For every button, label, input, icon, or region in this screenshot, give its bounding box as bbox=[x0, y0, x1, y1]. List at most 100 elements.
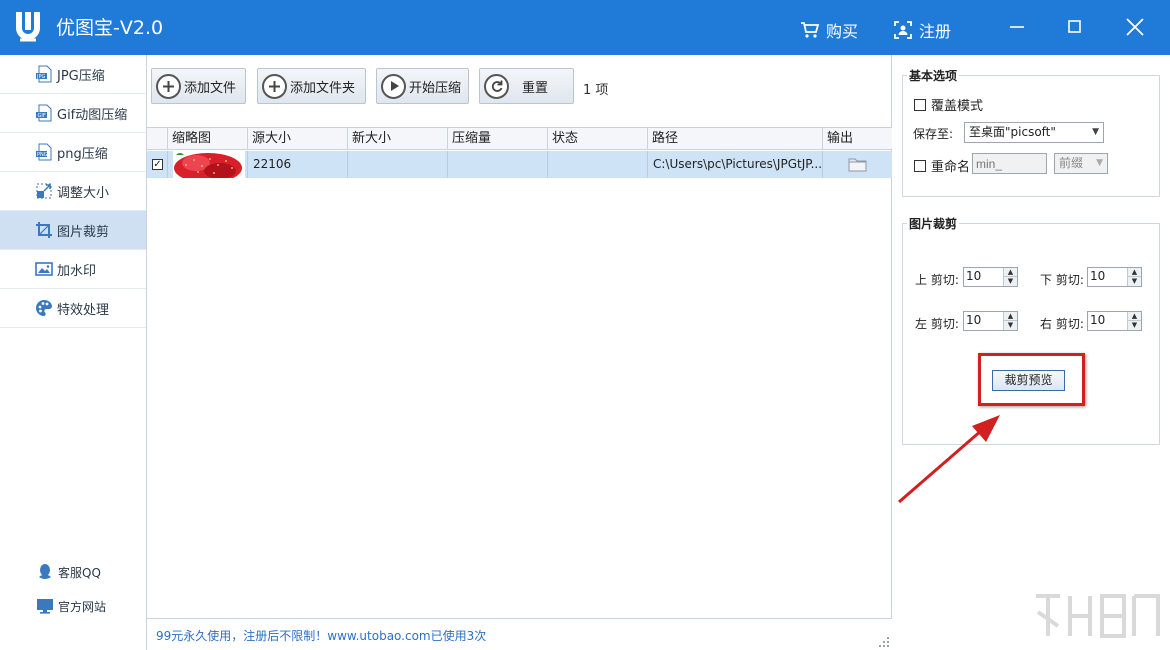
right-crop-stepper[interactable]: 10 ▲ ▼ bbox=[1087, 311, 1142, 331]
register-icon bbox=[894, 21, 912, 39]
options-panel: 基本选项 覆盖模式 保存至: 至桌面"picsoft" ▼ 重命名 前缀 ▼ 图… bbox=[893, 55, 1170, 650]
column-header-path[interactable]: 路径 bbox=[648, 128, 823, 150]
save-to-label: 保存至: bbox=[913, 127, 954, 141]
overwrite-mode-checkbox[interactable] bbox=[914, 98, 926, 111]
sidebar-item-label: png压缩 bbox=[57, 146, 108, 162]
reset-button[interactable]: 重置 bbox=[479, 68, 574, 104]
chevron-down-icon: ▼ bbox=[1092, 127, 1099, 137]
register-label: 注册 bbox=[919, 22, 952, 41]
spin-up-icon[interactable]: ▲ bbox=[1128, 268, 1141, 277]
new-size-cell bbox=[348, 151, 448, 178]
status-cell bbox=[548, 151, 648, 178]
spin-down-icon[interactable]: ▼ bbox=[1004, 321, 1017, 330]
save-to-select[interactable]: 至桌面"picsoft" ▼ bbox=[964, 122, 1104, 143]
palette-icon bbox=[35, 299, 53, 317]
sidebar-item-crop[interactable]: 图片裁剪 bbox=[0, 211, 146, 250]
crop-preview-button[interactable]: 裁剪预览 bbox=[992, 370, 1065, 391]
crop-title: 图片裁剪 bbox=[907, 215, 960, 232]
save-to-value: 至桌面"picsoft" bbox=[969, 125, 1056, 139]
png-file-icon: PNG bbox=[35, 143, 53, 161]
plus-icon bbox=[156, 73, 181, 99]
folder-icon[interactable] bbox=[848, 157, 867, 172]
rename-option[interactable]: 重命名 bbox=[914, 156, 970, 175]
status-bar: 99元永久使用，注册后不限制！www.utobao.com已使用3次 bbox=[147, 618, 892, 650]
path-cell: C:\Users\pc\Pictures\JPGtJP... bbox=[648, 151, 823, 178]
sidebar-item-gif-compress[interactable]: GIF Gif动图压缩 bbox=[0, 94, 146, 133]
bottom-crop-stepper[interactable]: 10 ▲ ▼ bbox=[1087, 267, 1142, 287]
strawberry-thumbnail bbox=[173, 151, 245, 178]
sidebar-item-label: Gif动图压缩 bbox=[57, 107, 128, 123]
add-file-label: 添加文件 bbox=[184, 80, 237, 96]
resize-grip-icon[interactable] bbox=[878, 636, 890, 648]
prefix-select[interactable]: 前缀 ▼ bbox=[1054, 153, 1108, 174]
overwrite-mode-option[interactable]: 覆盖模式 bbox=[914, 95, 983, 114]
left-crop-stepper[interactable]: 10 ▲ ▼ bbox=[963, 311, 1018, 331]
column-header-thumbnail[interactable]: 缩略图 bbox=[168, 128, 248, 150]
spin-down-icon[interactable]: ▼ bbox=[1128, 277, 1141, 286]
prefix-value: 前缀 bbox=[1059, 156, 1084, 170]
right-crop-label: 右 剪切: bbox=[1040, 317, 1084, 331]
chevron-down-icon: ▼ bbox=[1096, 158, 1103, 168]
minimize-button[interactable] bbox=[997, 10, 1037, 44]
left-crop-label: 左 剪切: bbox=[915, 317, 959, 331]
rename-input[interactable] bbox=[972, 153, 1047, 174]
row-checkbox[interactable]: ✓ bbox=[152, 159, 163, 170]
table-row[interactable]: ✓ 22106 C:\Users\pc\Pictures\JPGtJP... bbox=[147, 151, 892, 178]
refresh-icon bbox=[484, 73, 509, 99]
add-file-button[interactable]: 添加文件 bbox=[151, 68, 246, 104]
source-size-cell: 22106 bbox=[248, 151, 348, 178]
sidebar-item-resize[interactable]: 调整大小 bbox=[0, 172, 146, 211]
image-icon bbox=[35, 260, 53, 278]
add-folder-button[interactable]: 添加文件夹 bbox=[257, 68, 366, 104]
column-header-status[interactable]: 状态 bbox=[548, 128, 648, 150]
spin-down-icon[interactable]: ▼ bbox=[1004, 277, 1017, 286]
jpg-file-icon: JPG bbox=[35, 65, 53, 83]
rename-checkbox[interactable] bbox=[914, 159, 926, 172]
spin-up-icon[interactable]: ▲ bbox=[1004, 268, 1017, 277]
svg-text:GIF: GIF bbox=[38, 113, 46, 119]
output-cell bbox=[823, 151, 892, 178]
spin-up-icon[interactable]: ▲ bbox=[1004, 312, 1017, 321]
top-crop-value: 10 bbox=[966, 269, 982, 283]
qq-icon bbox=[36, 563, 54, 581]
main-area: 添加文件 添加文件夹 开始压缩 重置 1 项 缩略图 源大小 新大小 压缩量 状… bbox=[147, 55, 892, 650]
official-website-link[interactable]: 官方网站 bbox=[0, 591, 146, 621]
register-button[interactable]: 注册 bbox=[893, 18, 951, 42]
sidebar-item-png-compress[interactable]: PNG png压缩 bbox=[0, 133, 146, 172]
app-logo-icon bbox=[16, 12, 40, 42]
reset-label: 重置 bbox=[522, 80, 549, 96]
column-header-output[interactable]: 输出 bbox=[823, 128, 892, 150]
resize-icon bbox=[35, 182, 53, 200]
right-crop-value: 10 bbox=[1090, 313, 1106, 327]
status-bar-text[interactable]: 99元永久使用，注册后不限制！www.utobao.com已使用3次 bbox=[156, 627, 486, 644]
maximize-button[interactable] bbox=[1055, 10, 1095, 44]
maximize-icon bbox=[1068, 20, 1081, 33]
compression-cell bbox=[448, 151, 548, 178]
thumbnail-cell bbox=[168, 151, 248, 178]
start-compress-button[interactable]: 开始压缩 bbox=[376, 68, 469, 104]
sidebar-item-label: 图片裁剪 bbox=[57, 224, 110, 240]
sidebar-item-label: 加水印 bbox=[57, 263, 97, 279]
start-compress-label: 开始压缩 bbox=[409, 80, 462, 96]
column-header-source-size[interactable]: 源大小 bbox=[248, 128, 348, 150]
sidebar-item-watermark[interactable]: 加水印 bbox=[0, 250, 146, 289]
support-qq-link[interactable]: 客服QQ bbox=[0, 557, 146, 587]
spin-down-icon[interactable]: ▼ bbox=[1128, 321, 1141, 330]
svg-text:JPG: JPG bbox=[36, 74, 45, 80]
crop-group: 图片裁剪 上 剪切: 10 ▲ ▼ 下 剪切: 10 ▲ ▼ 左 剪切: 10 ▲ ▼… bbox=[902, 215, 1160, 445]
sidebar-item-effects[interactable]: 特效处理 bbox=[0, 289, 146, 328]
top-crop-stepper[interactable]: 10 ▲ ▼ bbox=[963, 267, 1018, 287]
row-check-cell: ✓ bbox=[147, 151, 168, 178]
add-folder-label: 添加文件夹 bbox=[290, 80, 356, 96]
support-qq-label: 客服QQ bbox=[58, 565, 101, 580]
sidebar: JPG JPG压缩 GIF Gif动图压缩 PNG png压缩 调整大小 图片裁… bbox=[0, 55, 147, 650]
close-button[interactable] bbox=[1115, 10, 1155, 44]
title-bar: 优图宝-V2.0 购买 注册 bbox=[0, 0, 1170, 55]
rename-label: 重命名 bbox=[931, 160, 971, 175]
sidebar-item-jpg-compress[interactable]: JPG JPG压缩 bbox=[0, 55, 146, 94]
buy-button[interactable]: 购买 bbox=[800, 18, 858, 42]
column-header-compression[interactable]: 压缩量 bbox=[448, 128, 548, 150]
column-header-new-size[interactable]: 新大小 bbox=[348, 128, 448, 150]
spin-up-icon[interactable]: ▲ bbox=[1128, 312, 1141, 321]
top-crop-label: 上 剪切: bbox=[915, 273, 959, 287]
